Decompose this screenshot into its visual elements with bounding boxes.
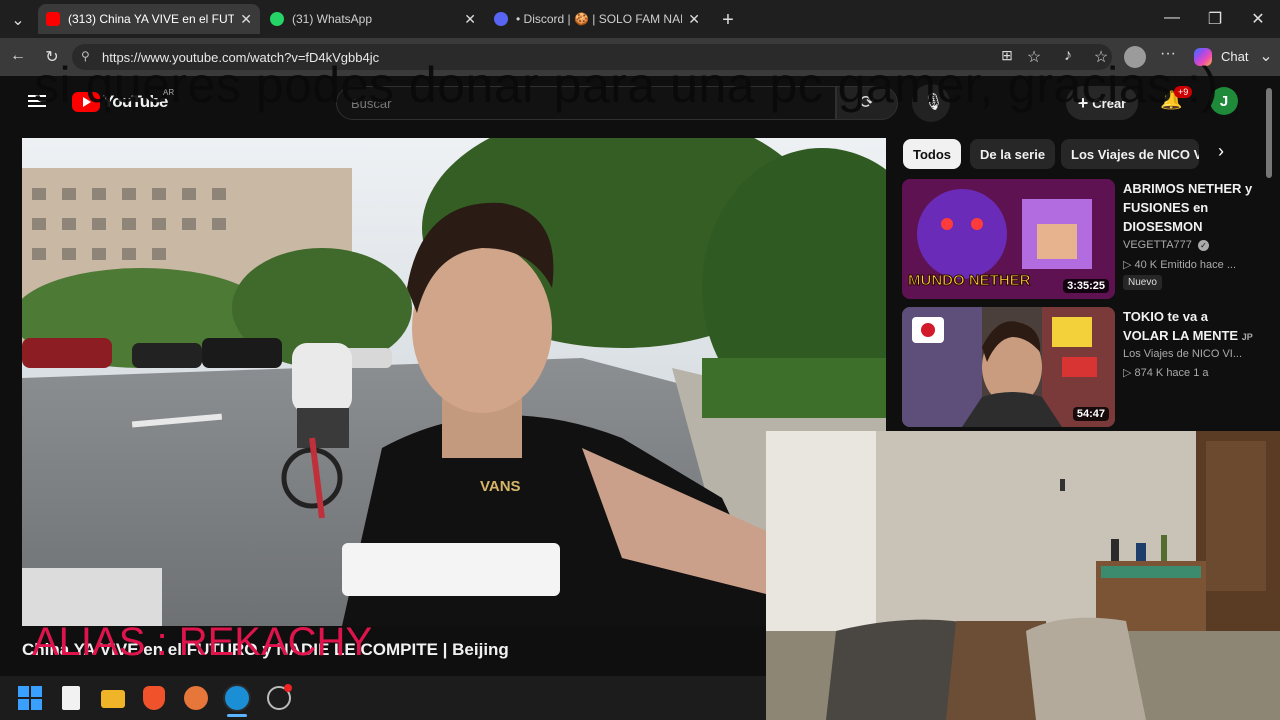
- play-icon: ▷: [1123, 367, 1135, 379]
- back-arrow-icon[interactable]: ←: [6, 47, 30, 65]
- video-player[interactable]: VANS: [22, 138, 886, 626]
- recommendation-title[interactable]: TOKIO te va a VOLAR LA MENTE JP: [1123, 307, 1253, 347]
- new-tab-icon[interactable]: +: [716, 9, 740, 32]
- recommendation-meta: ▷ 874 K hace 1 a: [1123, 367, 1209, 379]
- video-duration: 54:47: [1072, 407, 1109, 421]
- recommendation-channel[interactable]: VEGETTA777 ✓: [1123, 239, 1209, 251]
- chip-all[interactable]: Todos: [903, 139, 962, 169]
- active-app-indicator: [227, 714, 247, 717]
- discord-favicon-icon: [494, 12, 508, 26]
- document-icon[interactable]: [62, 686, 80, 710]
- youtube-favicon-icon: [46, 12, 60, 26]
- chevron-right-icon[interactable]: ›: [1203, 141, 1239, 169]
- close-window-icon[interactable]: ✕: [1246, 9, 1270, 29]
- chevron-down-icon[interactable]: ⌄: [1254, 46, 1278, 66]
- tab-list-chevron-icon[interactable]: ⌄: [6, 10, 30, 30]
- recommendation-thumbnail[interactable]: 54:47: [902, 307, 1115, 427]
- tab-youtube[interactable]: (313) China YA VIVE en el FUTURO ✕: [38, 4, 260, 34]
- file-explorer-icon[interactable]: [101, 690, 125, 708]
- webcam-overlay: [766, 431, 1280, 720]
- minimize-icon[interactable]: —: [1160, 9, 1184, 27]
- scrollbar-thumb[interactable]: [1266, 88, 1272, 178]
- chip-channel[interactable]: Los Viajes de NICO V: [1061, 139, 1199, 169]
- close-tab-icon[interactable]: ✕: [240, 11, 252, 28]
- recommendation-title[interactable]: ABRIMOS NETHER y FUSIONES en DIOSESMON: [1123, 179, 1253, 236]
- donation-overlay-text: si queres podes donar para una pc gamer,…: [34, 57, 1219, 113]
- webcam-frame: [766, 431, 1280, 720]
- shirt-logo-text: VANS: [480, 478, 521, 495]
- chat-button[interactable]: Chat: [1221, 49, 1248, 64]
- whatsapp-favicon-icon: [270, 12, 284, 26]
- edge-browser-icon[interactable]: [225, 686, 249, 710]
- close-tab-icon[interactable]: ✕: [688, 11, 700, 28]
- maximize-icon[interactable]: ❐: [1203, 9, 1227, 29]
- live-icon: ▷: [1123, 259, 1135, 271]
- brave-browser-icon[interactable]: [143, 686, 165, 710]
- windows-start-icon[interactable]: [18, 686, 42, 710]
- chip-series[interactable]: De la serie: [970, 139, 1056, 169]
- recommendation-thumbnail[interactable]: MUNDO NETHER 3:35:25: [902, 179, 1115, 299]
- video-frame: VANS: [22, 138, 886, 626]
- close-tab-icon[interactable]: ✕: [464, 11, 476, 28]
- verified-check-icon: ✓: [1197, 240, 1209, 251]
- notification-dot: [284, 684, 292, 692]
- fl-studio-icon[interactable]: [184, 686, 208, 710]
- thumbnail-text: MUNDO NETHER: [908, 272, 1031, 289]
- video-duration: 3:35:25: [1063, 279, 1109, 293]
- new-badge: Nuevo: [1123, 275, 1162, 290]
- recommendation-channel[interactable]: Los Viajes de NICO VI...: [1123, 348, 1242, 360]
- recommendation-meta: ▷ 40 K Emitido hace ...: [1123, 259, 1237, 271]
- tab-discord[interactable]: • Discord | 🍪 | SOLO FAM NADA ✕: [486, 4, 708, 34]
- country-tag: JP: [1241, 332, 1253, 342]
- tab-whatsapp[interactable]: (31) WhatsApp ✕: [262, 4, 484, 34]
- alias-overlay-text: ALIAS : REKACHY: [32, 620, 373, 664]
